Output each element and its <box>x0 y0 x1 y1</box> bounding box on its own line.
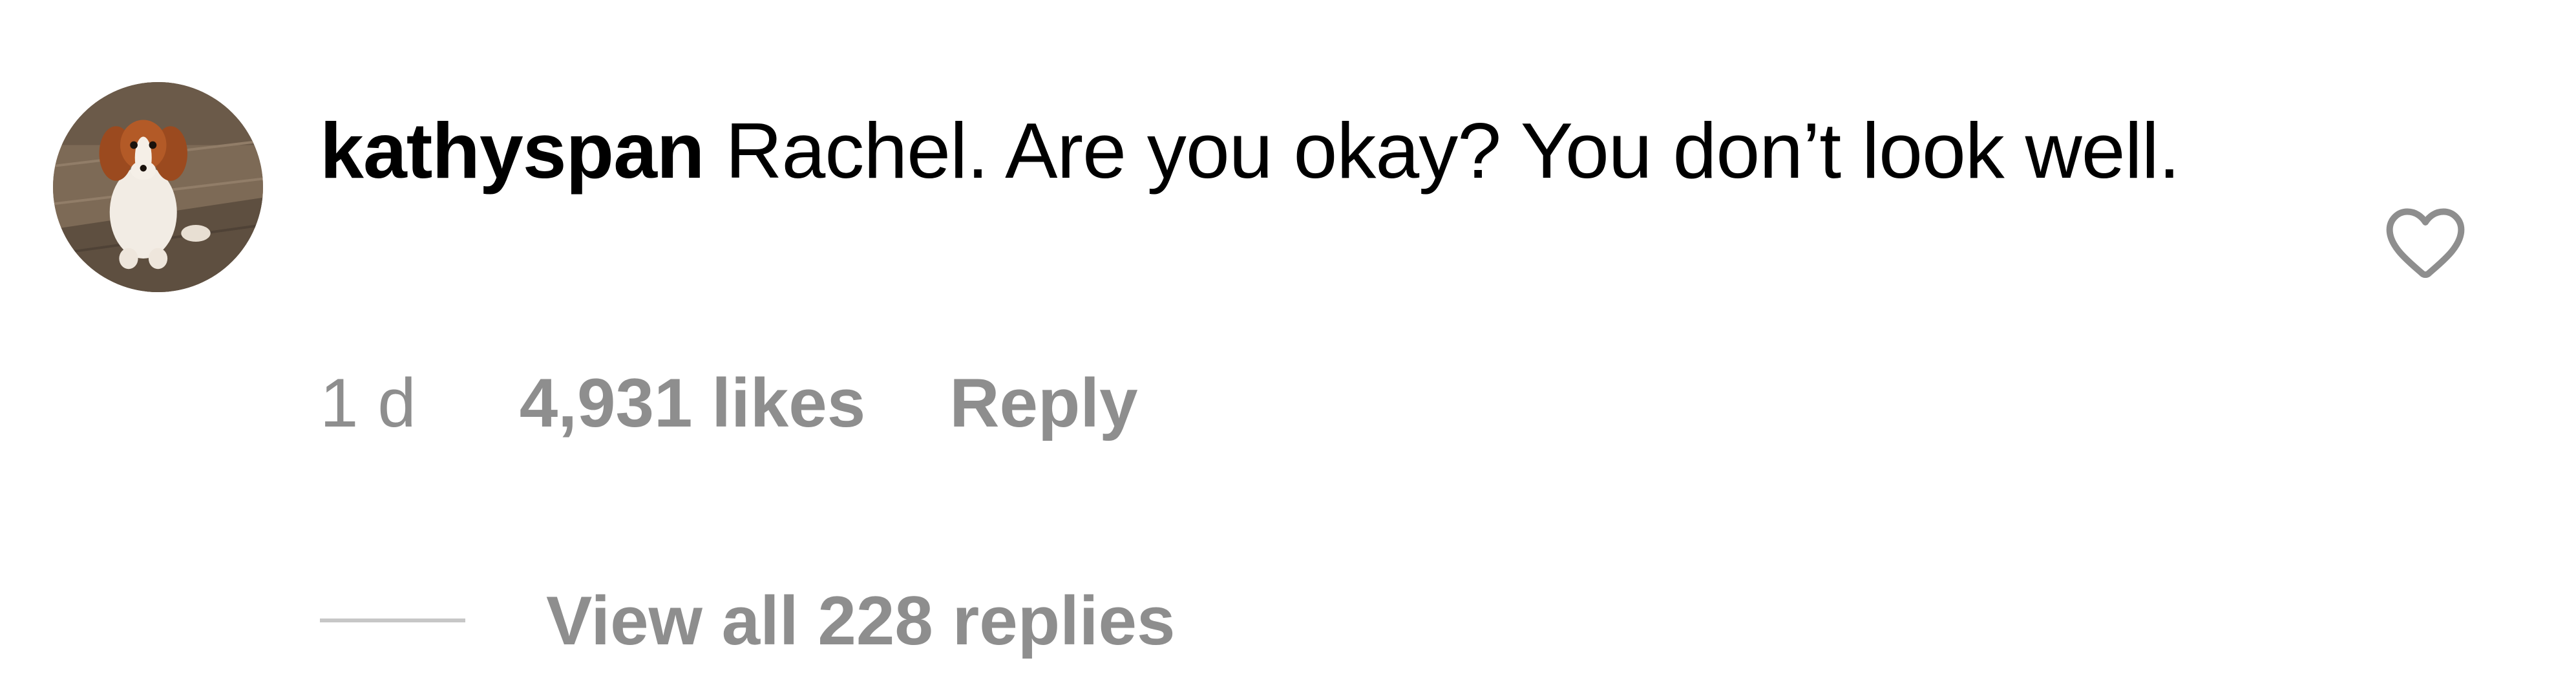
comment-text: Rachel. Are you okay? You don’t look wel… <box>725 107 2180 195</box>
comment-timestamp: 1 d <box>320 364 416 441</box>
comment: kathyspan Rachel. Are you okay? You don’… <box>0 0 2576 698</box>
avatar-dog-photo <box>53 82 263 292</box>
like-button[interactable] <box>2383 206 2467 280</box>
comment-body: kathyspan Rachel. Are you okay? You don’… <box>320 90 2323 211</box>
comment-username[interactable]: kathyspan <box>320 107 704 195</box>
avatar[interactable] <box>53 82 263 292</box>
replies-divider <box>320 619 465 622</box>
view-replies-button[interactable]: View all 228 replies <box>320 578 1176 662</box>
reply-button[interactable]: Reply <box>949 363 1137 443</box>
comment-meta: 1 d 4,931 likes Reply <box>320 361 1138 445</box>
comment-likes-count[interactable]: 4,931 likes <box>520 363 865 443</box>
view-replies-label: View all 228 replies <box>546 582 1176 659</box>
heart-icon <box>2386 208 2465 279</box>
